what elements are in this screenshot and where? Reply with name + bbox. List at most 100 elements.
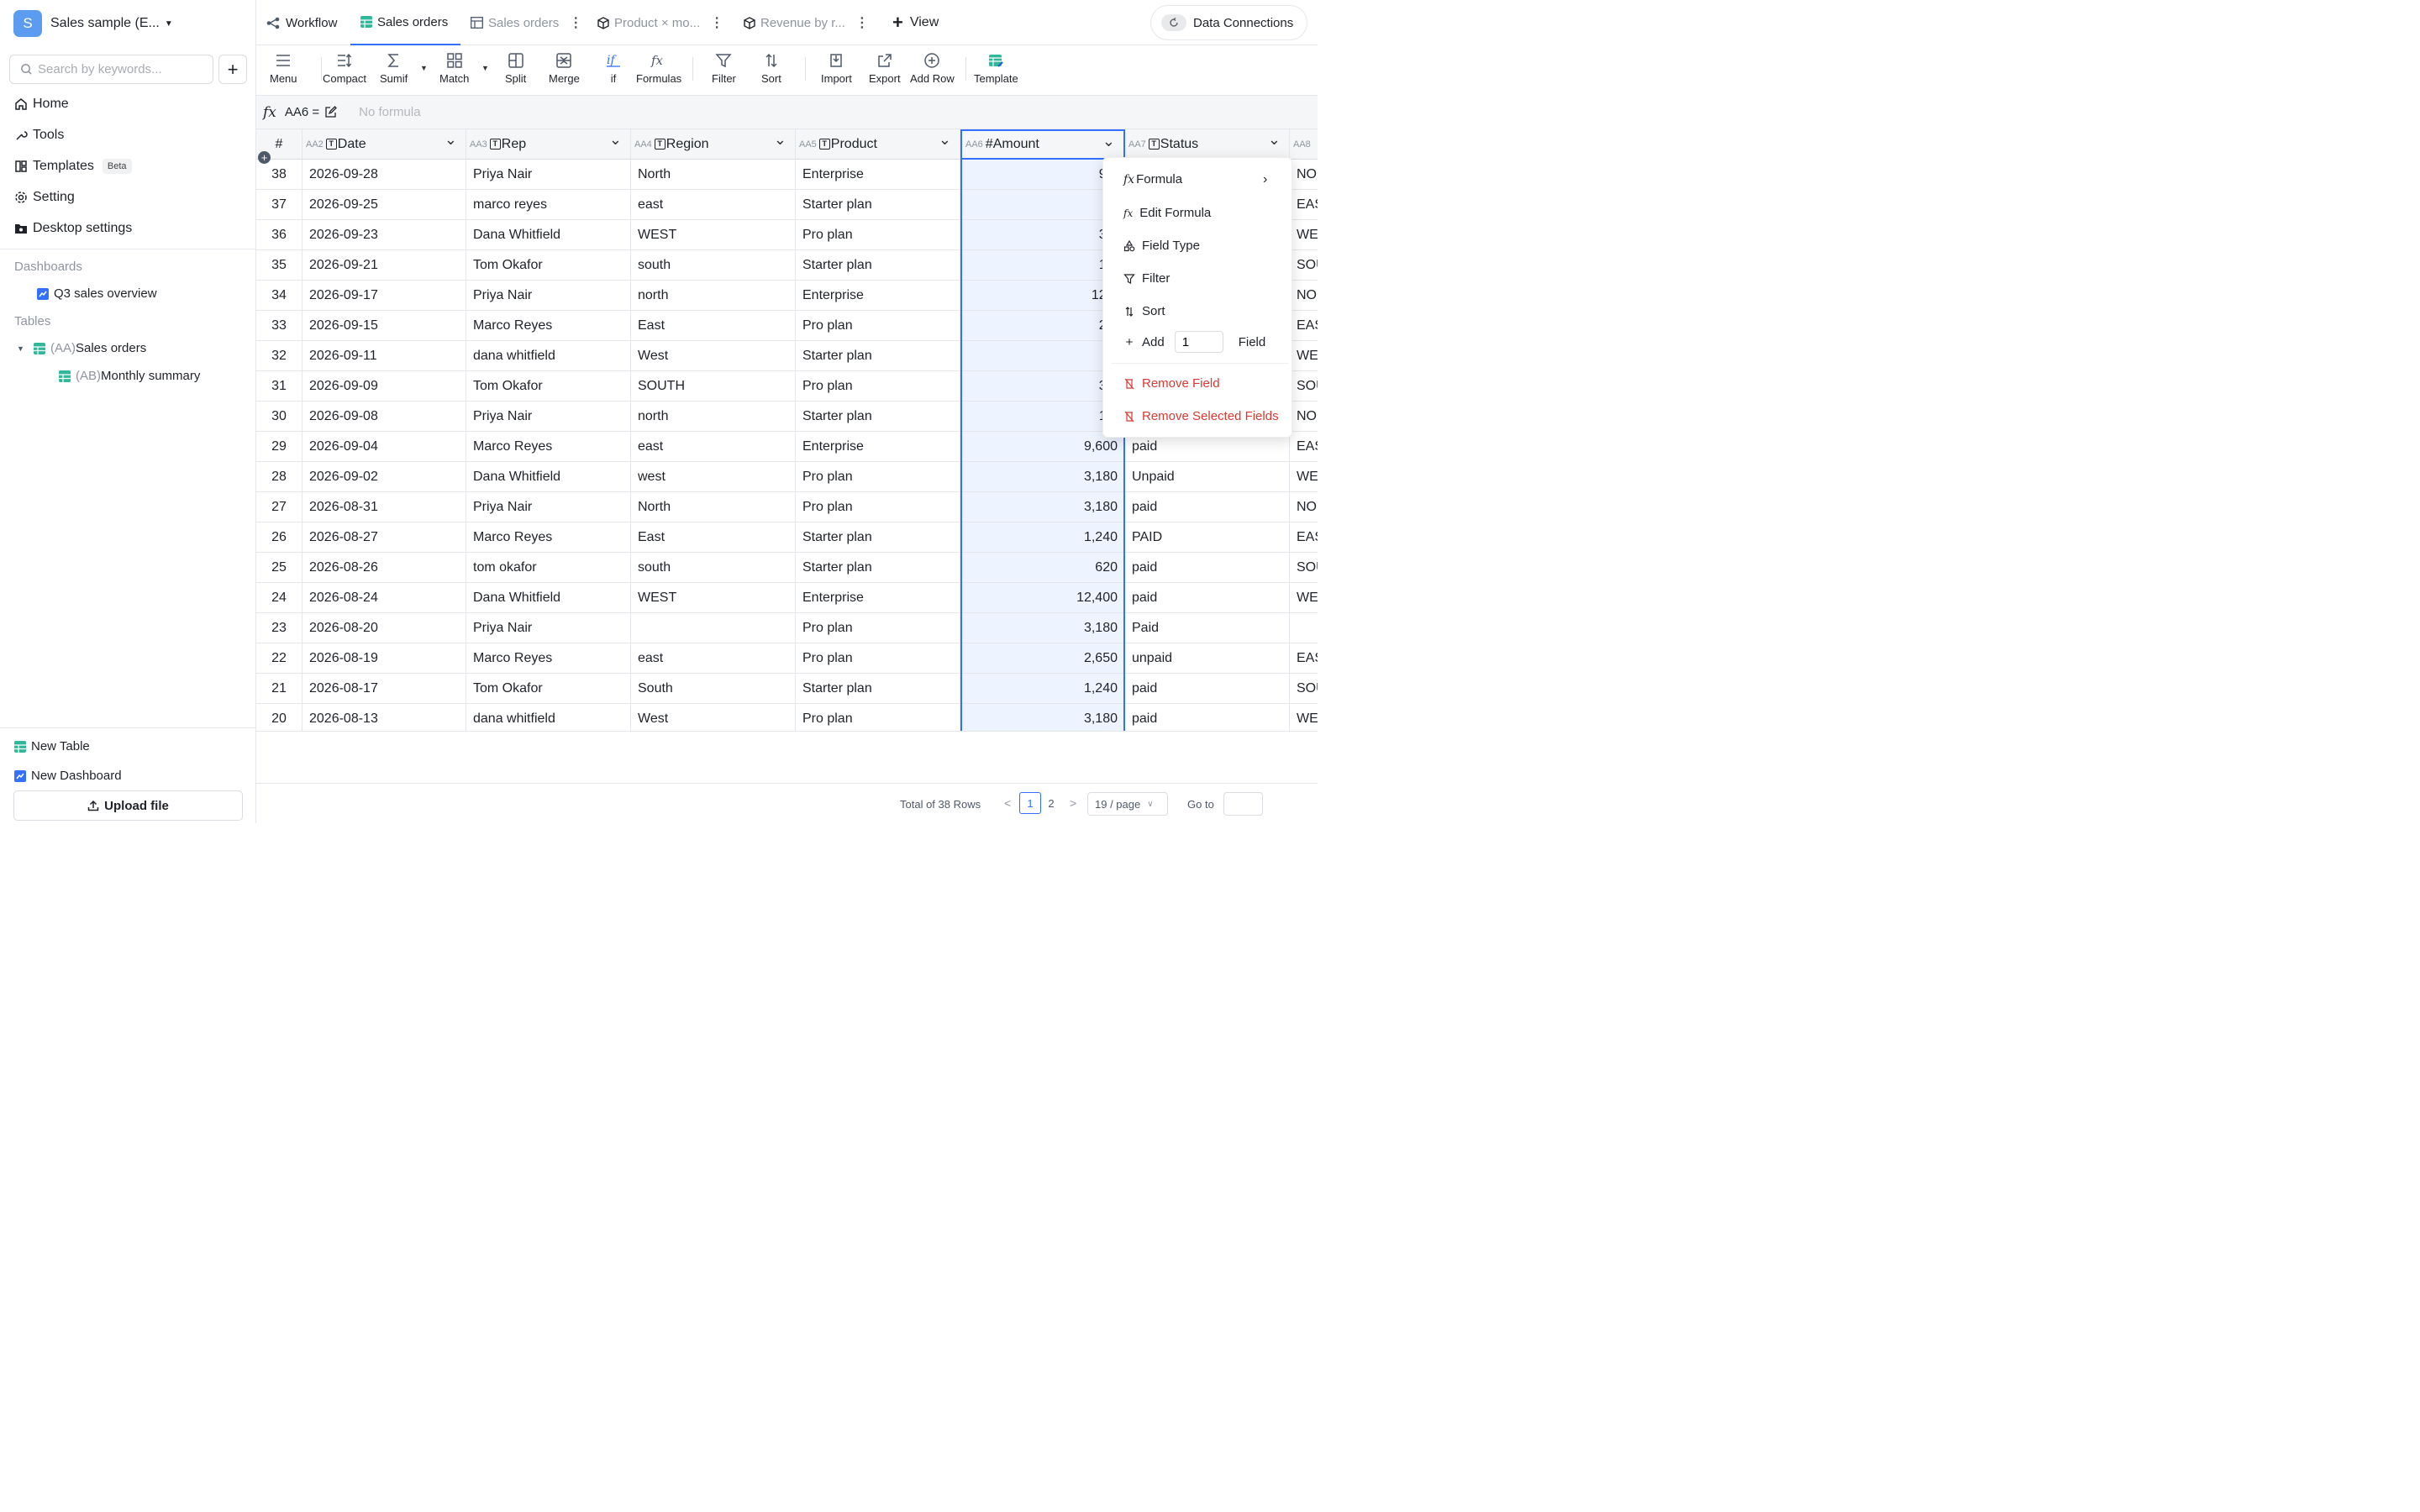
row-number[interactable]: 34 — [256, 281, 302, 311]
add-view-button[interactable]: + View — [892, 0, 939, 45]
cell-rep[interactable]: Tom Okafor — [466, 674, 631, 704]
cell-aa8[interactable]: WE — [1290, 704, 1318, 731]
row-number[interactable]: 30 — [256, 402, 302, 432]
tab-sales-orders-active[interactable]: Sales orders — [350, 0, 460, 45]
cell-region[interactable]: north — [631, 402, 796, 432]
cell-amount[interactable]: 1,240 — [960, 522, 1125, 553]
cell-date[interactable]: 2026-09-23 — [302, 220, 466, 250]
cell-rep[interactable]: Priya Nair — [466, 492, 631, 522]
merge-button[interactable]: Merge — [549, 52, 580, 85]
cell-product[interactable]: Enterprise — [796, 281, 960, 311]
cell-product[interactable]: Pro plan — [796, 462, 960, 492]
cell-amount[interactable]: 2,6 — [960, 311, 1125, 341]
edit-icon[interactable] — [324, 106, 338, 118]
add-field-count-input[interactable] — [1174, 331, 1223, 353]
nav-templates[interactable]: Templates Beta — [14, 159, 132, 174]
caret-down-icon[interactable]: ▼ — [17, 344, 29, 353]
cell-region[interactable]: North — [631, 492, 796, 522]
row-number[interactable]: 27 — [256, 492, 302, 522]
cell-region[interactable]: north — [631, 281, 796, 311]
menu-button[interactable]: Menu — [270, 52, 297, 85]
cell-status[interactable]: paid — [1125, 704, 1290, 731]
cell-date[interactable]: 2026-09-15 — [302, 311, 466, 341]
cell-aa8[interactable]: NO — [1290, 402, 1318, 432]
cell-aa8[interactable]: EAS — [1290, 432, 1318, 462]
column-header-rep[interactable]: AA3 T Rep ⌄ — [466, 129, 631, 160]
cell-aa8[interactable]: SOU — [1290, 674, 1318, 704]
cell-amount[interactable]: 3,180 — [960, 462, 1125, 492]
menu-item-label[interactable]: Add — [1142, 335, 1165, 349]
cell-date[interactable]: 2026-08-27 — [302, 522, 466, 553]
filter-button[interactable]: Filter — [712, 52, 736, 85]
cell-amount[interactable]: 6 — [960, 190, 1125, 220]
row-number[interactable]: 26 — [256, 522, 302, 553]
page-1[interactable]: 1 — [1019, 792, 1041, 814]
cell-amount[interactable]: 3,180 — [960, 613, 1125, 643]
cell-date[interactable]: 2026-09-25 — [302, 190, 466, 220]
cell-rep[interactable]: dana whitfield — [466, 704, 631, 731]
row-number[interactable]: 28 — [256, 462, 302, 492]
chevron-down-icon[interactable]: ⌄ — [939, 131, 951, 149]
cell-region[interactable]: SOUTH — [631, 371, 796, 402]
cell-aa8[interactable]: EAS — [1290, 311, 1318, 341]
formula-input[interactable]: No formula — [359, 105, 420, 119]
cell-product[interactable]: Pro plan — [796, 704, 960, 731]
cell-rep[interactable]: Marco Reyes — [466, 522, 631, 553]
workspace-switcher[interactable]: S Sales sample (E... ▼ — [13, 10, 173, 37]
if-button[interactable]: if if — [605, 52, 622, 85]
cell-amount[interactable]: 12,4 — [960, 281, 1125, 311]
chevron-down-icon[interactable]: ⌄ — [609, 131, 622, 149]
row-number[interactable]: 31 — [256, 371, 302, 402]
upload-file-button[interactable]: Upload file — [13, 790, 243, 821]
cell-region[interactable]: east — [631, 190, 796, 220]
cell-rep[interactable]: dana whitfield — [466, 341, 631, 371]
cell-region[interactable]: south — [631, 553, 796, 583]
row-number[interactable]: 32 — [256, 341, 302, 371]
nav-home[interactable]: Home — [14, 97, 69, 112]
cell-date[interactable]: 2026-09-11 — [302, 341, 466, 371]
menu-item-remove-selected-fields[interactable]: Remove Selected Fields — [1123, 409, 1279, 423]
cell-product[interactable]: Starter plan — [796, 674, 960, 704]
tab-sales-orders-grid[interactable]: Sales orders ⋮ — [471, 0, 582, 45]
chevron-down-icon[interactable]: ⌄ — [774, 131, 786, 149]
cell-region[interactable]: West — [631, 341, 796, 371]
menu-item-sort[interactable]: Sort — [1123, 304, 1165, 318]
cell-status[interactable]: Unpaid — [1125, 462, 1290, 492]
cell-status[interactable]: paid — [1125, 674, 1290, 704]
cell-aa8[interactable]: NO — [1290, 492, 1318, 522]
template-button[interactable]: Template — [974, 52, 1018, 85]
data-connections-button[interactable]: Data Connections — [1150, 5, 1307, 40]
tab-workflow[interactable]: Workflow — [266, 0, 337, 45]
page-size-select[interactable]: 19 / page ∨ — [1087, 792, 1168, 816]
cell-region[interactable]: West — [631, 704, 796, 731]
import-button[interactable]: Import — [821, 52, 852, 85]
cell-status[interactable]: Paid — [1125, 613, 1290, 643]
cell-product[interactable]: Enterprise — [796, 432, 960, 462]
cell-rep[interactable]: Dana Whitfield — [466, 462, 631, 492]
cell-amount[interactable]: 1,2 — [960, 250, 1125, 281]
cell-rep[interactable]: Marco Reyes — [466, 432, 631, 462]
cell-amount[interactable]: 9,6 — [960, 160, 1125, 190]
cell-date[interactable]: 2026-09-28 — [302, 160, 466, 190]
cell-amount[interactable]: 1,240 — [960, 674, 1125, 704]
cell-aa8[interactable]: EAS — [1290, 643, 1318, 674]
cell-date[interactable]: 2026-09-04 — [302, 432, 466, 462]
cell-rep[interactable]: Marco Reyes — [466, 643, 631, 674]
cell-rep[interactable]: Priya Nair — [466, 402, 631, 432]
cell-date[interactable]: 2026-09-17 — [302, 281, 466, 311]
match-dropdown-icon[interactable]: ▼ — [481, 64, 489, 72]
cell-product[interactable]: Starter plan — [796, 190, 960, 220]
column-header-region[interactable]: AA4 T Region ⌄ — [631, 129, 796, 160]
sumif-dropdown-icon[interactable]: ▼ — [420, 64, 428, 72]
cell-rep[interactable]: Dana Whitfield — [466, 220, 631, 250]
chevron-down-icon[interactable]: ⌄ — [1102, 133, 1115, 150]
row-number[interactable]: 36 — [256, 220, 302, 250]
cell-status[interactable]: unpaid — [1125, 643, 1290, 674]
cell-date[interactable]: 2026-09-21 — [302, 250, 466, 281]
cell-date[interactable]: 2026-08-20 — [302, 613, 466, 643]
formulas-button[interactable]: fx Formulas — [636, 52, 681, 85]
more-icon[interactable]: ⋮ — [710, 14, 723, 31]
row-number[interactable]: 21 — [256, 674, 302, 704]
row-number[interactable]: 20 — [256, 704, 302, 731]
cell-amount[interactable]: 6 — [960, 341, 1125, 371]
